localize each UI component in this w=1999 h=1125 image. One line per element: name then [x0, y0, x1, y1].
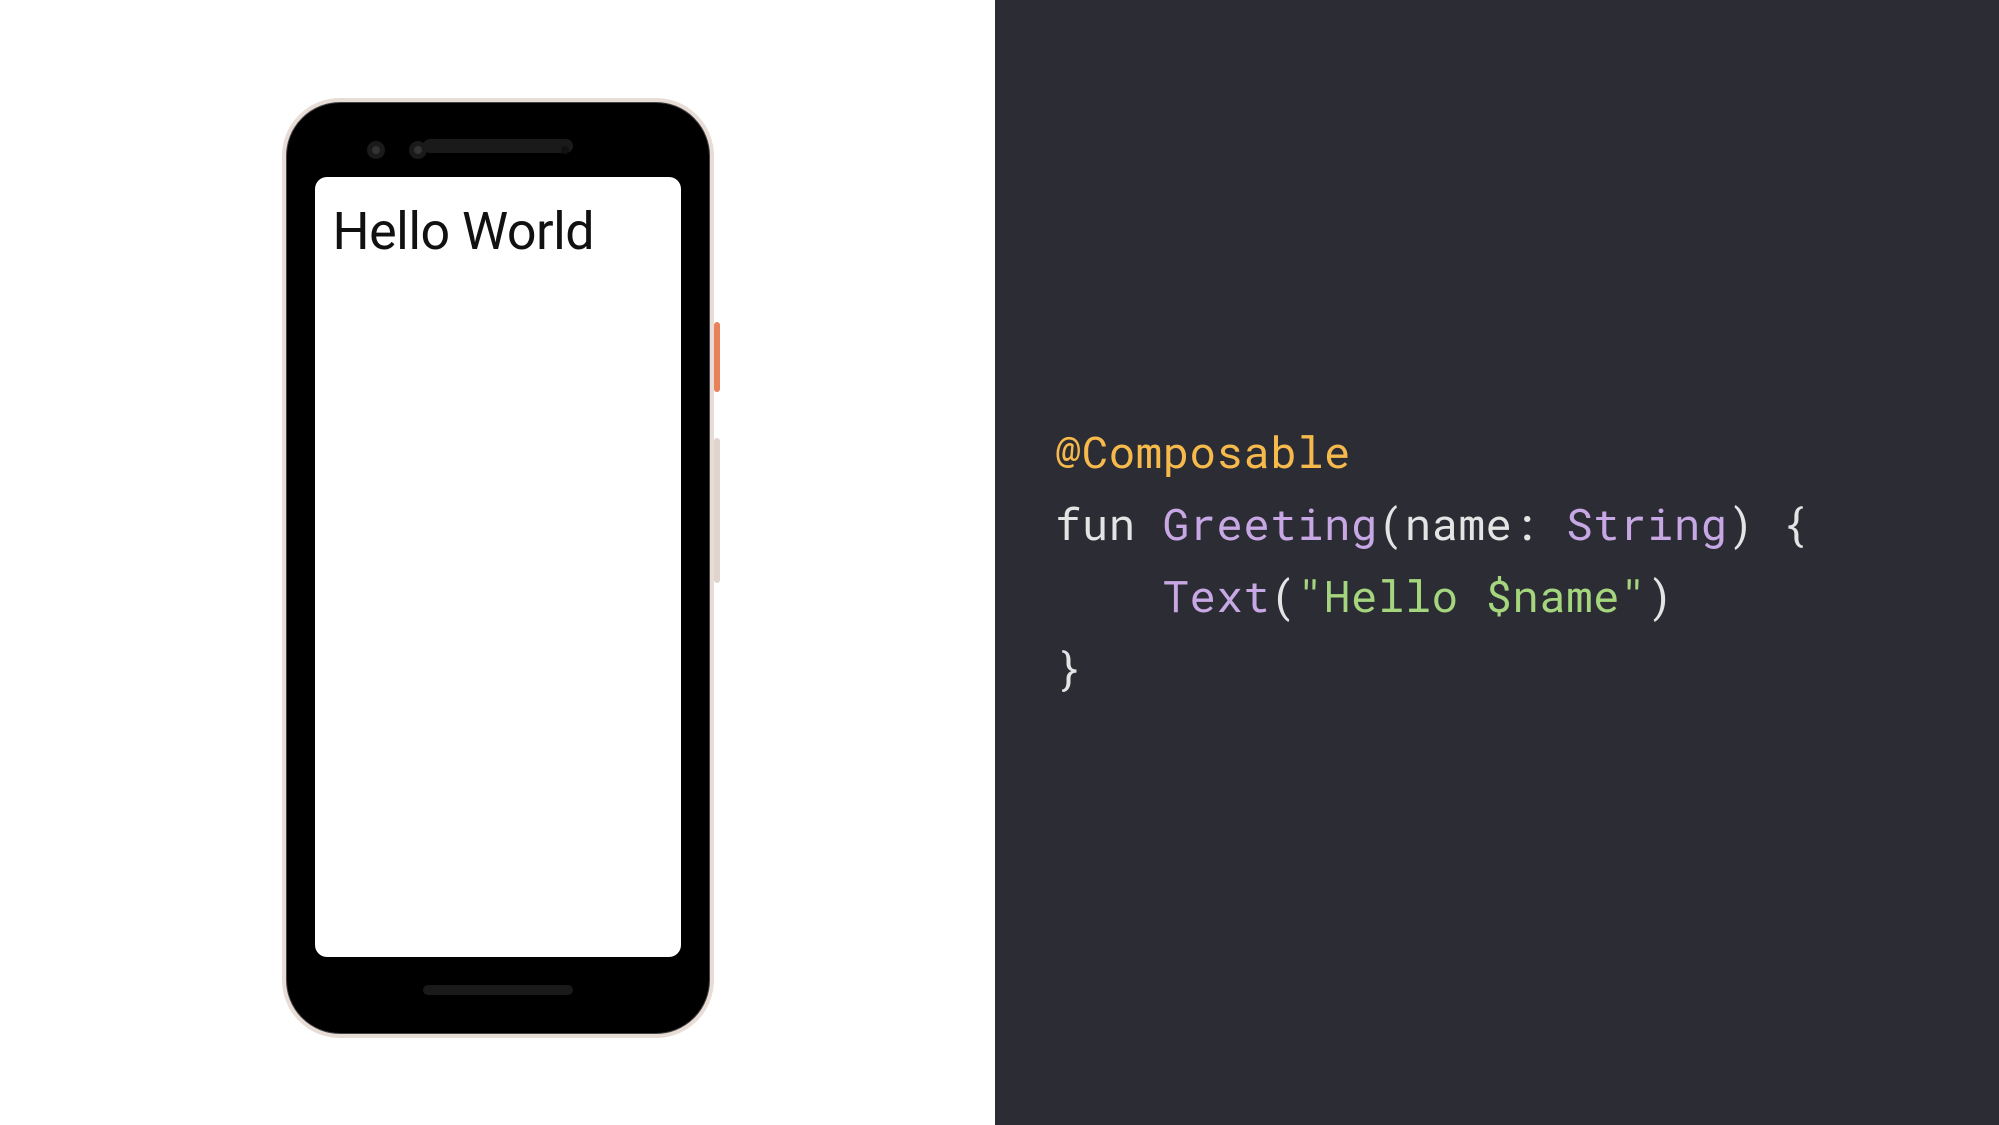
code-param-name: name	[1405, 494, 1513, 552]
phone-bezel: Hello World	[297, 113, 699, 1023]
code-keyword: fun	[1055, 494, 1136, 552]
code-string: "Hello $name"	[1297, 566, 1647, 624]
earpiece-icon	[423, 139, 573, 153]
phone-frame: Hello World	[286, 102, 710, 1034]
sensor-icon	[561, 146, 569, 154]
speaker-icon	[423, 985, 573, 995]
camera-icon	[409, 141, 427, 159]
preview-text: Hello World	[315, 177, 681, 262]
phone-screen: Hello World	[315, 177, 681, 957]
code-punct: (	[1378, 494, 1405, 552]
code-close-brace: }	[1055, 638, 1082, 696]
code-function-name: Greeting	[1163, 494, 1378, 552]
power-button-icon	[714, 322, 720, 392]
code-punct: ) {	[1728, 494, 1809, 552]
code-punct: )	[1647, 566, 1674, 624]
code-type: String	[1566, 494, 1727, 552]
code-block: @Composable fun Greeting(name: String) {…	[1055, 415, 1999, 703]
code-panel: @Composable fun Greeting(name: String) {…	[995, 0, 1999, 1125]
code-punct: :	[1512, 494, 1566, 552]
volume-button-icon	[714, 438, 720, 583]
code-punct: (	[1270, 566, 1297, 624]
camera-icon	[367, 141, 385, 159]
code-indent	[1055, 566, 1163, 624]
preview-panel: Hello World	[0, 0, 995, 1125]
code-call-name: Text	[1163, 566, 1271, 624]
code-annotation: @Composable	[1055, 422, 1351, 480]
phone-mockup: Hello World	[282, 98, 714, 1038]
